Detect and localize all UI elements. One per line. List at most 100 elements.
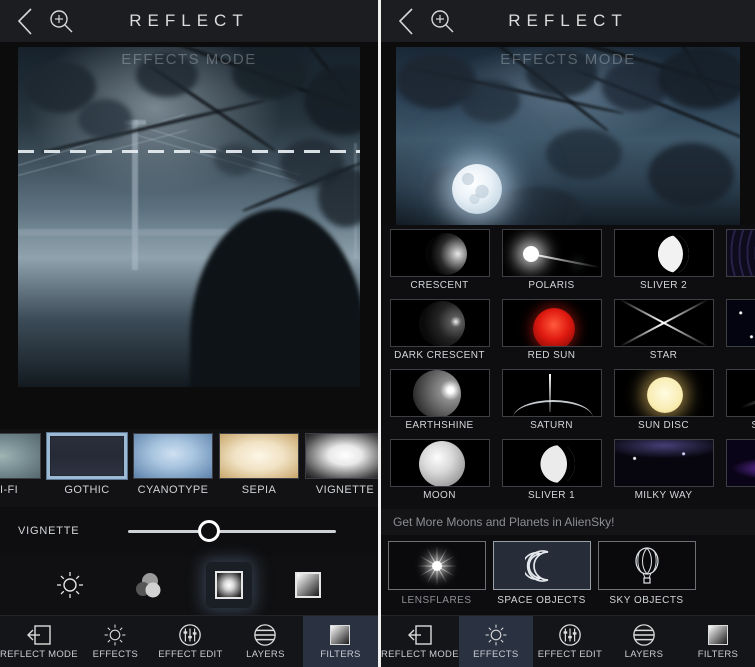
- effect-thumb: [501, 299, 602, 347]
- dual-screenshot-container: REFLECT EFFECTS MODE I-FI GOTHIC CYANOTY…: [0, 0, 755, 667]
- effect-thumb: [389, 299, 490, 347]
- effect-thumb: [613, 369, 714, 417]
- right-screen: REFLECT EFFECTS MODE CRESCENT POLARIS SL…: [381, 0, 755, 667]
- promo-banner[interactable]: Get More Moons and Planets in AlienSky!: [381, 509, 755, 535]
- tab-label: REFLECT MODE: [0, 649, 78, 660]
- effects-grid-row: DARK CRESCENT RED SUN STAR STA: [381, 299, 755, 369]
- effect-item-polaris-2[interactable]: POLARI: [722, 229, 755, 299]
- effect-item-saturn[interactable]: SATURN: [498, 369, 605, 439]
- effect-item-moon[interactable]: MOON: [386, 439, 493, 509]
- photo-canvas-left[interactable]: EFFECTS MODE: [0, 42, 378, 387]
- tab-layers[interactable]: LAYERS: [228, 616, 303, 667]
- photo-right: EFFECTS MODE: [396, 47, 740, 225]
- blossom-cluster: [602, 61, 668, 111]
- effect-thumb: [389, 369, 490, 417]
- tab-label: FILTERS: [320, 649, 361, 660]
- slider-knob[interactable]: [197, 520, 220, 542]
- tab-reflect-mode[interactable]: REFLECT MODE: [381, 616, 459, 667]
- filter-item-gothic[interactable]: GOTHIC: [44, 433, 130, 496]
- effect-thumb: [501, 369, 602, 417]
- adjust-color-button[interactable]: [126, 562, 172, 608]
- tab-filters[interactable]: FILTERS: [681, 616, 755, 667]
- effects-grid: CRESCENT POLARIS SLIVER 2 POLARI: [381, 225, 755, 509]
- effect-item-red-sun[interactable]: RED SUN: [498, 299, 605, 369]
- tab-filters[interactable]: FILTERS: [302, 616, 378, 667]
- effect-label: CRESCENT: [410, 280, 469, 291]
- slider-track-wrap[interactable]: [128, 520, 360, 542]
- effect-item-sliver-1[interactable]: SLIVER 1: [498, 439, 605, 509]
- adjust-gradient-button[interactable]: [285, 562, 331, 608]
- filter-thumb: [133, 433, 213, 479]
- filter-item-sci-fi[interactable]: SCI-FI: [0, 433, 44, 496]
- category-lensflares[interactable]: LENSFLARES: [386, 541, 487, 606]
- effect-thumb: [725, 299, 755, 347]
- bottom-tabbar-right: REFLECT MODE EFFECTS EFFECT EDIT LAYERS …: [381, 615, 755, 667]
- effect-label: RED SUN: [527, 350, 576, 361]
- vignette-square-icon: [214, 571, 243, 599]
- tab-effects[interactable]: EFFECTS: [78, 616, 153, 667]
- adjust-vignette-button[interactable]: [205, 562, 252, 608]
- reflect-mode-icon: [407, 623, 433, 647]
- filter-thumb: [47, 433, 127, 479]
- filter-item-vignette[interactable]: VIGNETTE: [302, 433, 378, 496]
- reflect-line-handle[interactable]: [18, 150, 360, 153]
- effect-item-star[interactable]: STAR: [610, 299, 717, 369]
- tab-label: FILTERS: [697, 649, 739, 660]
- effect-item-blue[interactable]: BLUE: [722, 439, 755, 509]
- color-circles-icon: [136, 573, 161, 598]
- effect-item-sun-disc[interactable]: SUN DISC: [610, 369, 717, 439]
- back-button[interactable]: [389, 0, 423, 42]
- blossom-cluster: [136, 53, 198, 97]
- effects-grid-row: EARTHSHINE SATURN SUN DISC SHOOTIN: [381, 369, 755, 439]
- effect-item-earthshine[interactable]: EARTHSHINE: [386, 369, 493, 439]
- zoom-button[interactable]: [44, 0, 78, 42]
- tab-effect-edit[interactable]: EFFECT EDIT: [153, 616, 228, 667]
- tab-effect-edit[interactable]: EFFECT EDIT: [533, 616, 607, 667]
- magnifier-plus-icon: [431, 10, 454, 33]
- filter-item-sepia[interactable]: SEPIA: [216, 433, 302, 496]
- left-screen: REFLECT EFFECTS MODE I-FI GOTHIC CYANOTY…: [0, 0, 378, 667]
- chevron-left-icon: [17, 8, 32, 35]
- effect-thumb: [725, 439, 755, 487]
- tab-layers[interactable]: LAYERS: [607, 616, 681, 667]
- effect-thumb: [389, 229, 490, 277]
- effect-item-shooting-star[interactable]: SHOOTIN: [722, 369, 755, 439]
- sun-icon: [484, 623, 508, 647]
- effect-item-milky-way[interactable]: MILKY WAY: [610, 439, 717, 509]
- effects-grid-row: MOON SLIVER 1 MILKY WAY BLUE: [381, 439, 755, 509]
- back-button[interactable]: [8, 0, 42, 42]
- effect-item-dark-crescent[interactable]: DARK CRESCENT: [386, 299, 493, 369]
- effect-item-polaris[interactable]: POLARIS: [498, 229, 605, 299]
- adjust-brightness-button[interactable]: [47, 562, 93, 608]
- effect-label: MOON: [423, 490, 456, 501]
- effect-thumb: [501, 439, 602, 487]
- blossom-cluster: [78, 99, 132, 139]
- bridge-deck: [18, 229, 248, 236]
- effect-item-sliver-2[interactable]: SLIVER 2: [610, 229, 717, 299]
- reflect-mode-icon: [26, 623, 52, 647]
- category-sky-objects[interactable]: SKY OBJECTS: [596, 541, 697, 606]
- slider-track[interactable]: [128, 529, 336, 533]
- tab-reflect-mode[interactable]: REFLECT MODE: [0, 616, 78, 667]
- canvas-spacer: [0, 387, 378, 429]
- filter-item-cyanotype[interactable]: CYANOTYPE: [130, 433, 216, 496]
- filter-label: GOTHIC: [64, 484, 110, 496]
- zoom-button[interactable]: [425, 0, 459, 42]
- tab-effects[interactable]: EFFECTS: [458, 616, 533, 667]
- tab-label: EFFECT EDIT: [537, 649, 603, 660]
- filter-label: SCI-FI: [0, 484, 19, 496]
- moon-overlay[interactable]: [452, 164, 502, 214]
- blossom-cluster: [232, 47, 308, 99]
- effect-thumb: [613, 439, 714, 487]
- category-space-objects[interactable]: SPACE OBJECTS: [491, 541, 592, 606]
- effect-item-stars[interactable]: STA: [722, 299, 755, 369]
- photo-canvas-right[interactable]: EFFECTS MODE: [381, 42, 755, 225]
- blossom-cluster: [460, 79, 520, 123]
- effect-item-crescent[interactable]: CRESCENT: [386, 229, 493, 299]
- blossom-cluster: [214, 143, 258, 175]
- filter-filmstrip[interactable]: SCI-FI GOTHIC CYANOTYPE SEPIA VIGNETTE: [0, 429, 378, 507]
- category-thumb: [597, 541, 696, 590]
- filter-label: CYANOTYPE: [137, 484, 209, 496]
- gradient-square-icon: [707, 623, 728, 647]
- category-label: SPACE OBJECTS: [497, 595, 586, 606]
